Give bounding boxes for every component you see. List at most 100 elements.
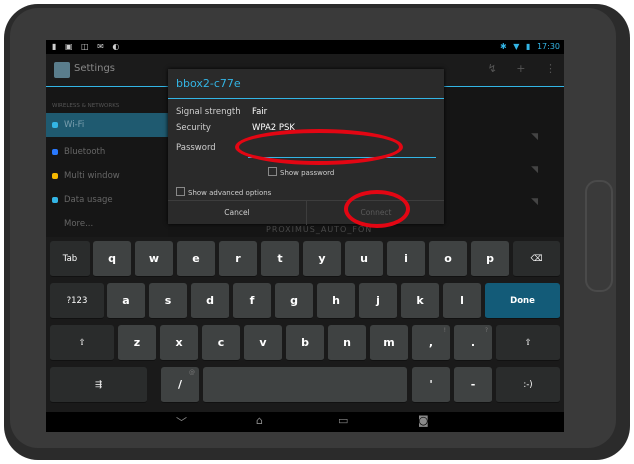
app-title: Settings bbox=[74, 63, 116, 74]
key-smiley[interactable]: :-) bbox=[496, 367, 560, 403]
key-j[interactable]: j bbox=[359, 283, 397, 319]
key-r[interactable]: r bbox=[219, 241, 257, 277]
key-e[interactable]: e bbox=[177, 241, 215, 277]
key-hint: ? bbox=[484, 327, 488, 334]
key-a[interactable]: a bbox=[107, 283, 145, 319]
status-bar: ▮ ▣ ◫ ✉ ◐ ✱ ▼ ▮ 17:30 bbox=[46, 40, 564, 54]
key-comma[interactable]: ! , bbox=[412, 325, 450, 361]
recent-apps-icon[interactable]: ▭ bbox=[338, 414, 348, 427]
sidebar-item-data-usage[interactable]: Data usage bbox=[46, 188, 168, 212]
settings-app-icon[interactable] bbox=[54, 62, 70, 78]
key-symbols[interactable]: ?123 bbox=[50, 283, 104, 319]
key-done[interactable]: Done bbox=[485, 283, 560, 319]
clock: 17:30 bbox=[536, 42, 560, 51]
key-label: . bbox=[470, 336, 476, 349]
key-shift-right[interactable]: ⇧ bbox=[496, 325, 560, 361]
key-space[interactable] bbox=[203, 367, 407, 403]
key-u[interactable]: u bbox=[345, 241, 383, 277]
sidebar-item-multi-window[interactable]: Multi window bbox=[46, 164, 168, 188]
key-slash[interactable]: @ / bbox=[161, 367, 199, 403]
key-l[interactable]: l bbox=[443, 283, 481, 319]
data-usage-icon bbox=[52, 197, 58, 203]
add-network-icon[interactable]: + bbox=[516, 62, 525, 75]
action-icons: ↯ + ⋮ bbox=[472, 62, 556, 75]
key-x[interactable]: x bbox=[160, 325, 198, 361]
key-hint: @ bbox=[189, 369, 195, 376]
home-icon[interactable]: ⌂ bbox=[256, 414, 263, 427]
signal-strength-label: Signal strength bbox=[176, 107, 241, 117]
key-s[interactable]: s bbox=[149, 283, 187, 319]
key-dash[interactable]: - bbox=[454, 367, 492, 403]
sidebar-item-label: Multi window bbox=[64, 171, 120, 181]
dialog-divider bbox=[168, 98, 444, 99]
multi-window-icon bbox=[52, 173, 58, 179]
back-icon[interactable]: ﹀ bbox=[176, 414, 187, 430]
sidebar-item-bluetooth[interactable]: Bluetooth bbox=[46, 140, 168, 164]
key-i[interactable]: i bbox=[387, 241, 425, 277]
cancel-button[interactable]: Cancel bbox=[168, 201, 306, 225]
key-k[interactable]: k bbox=[401, 283, 439, 319]
wifi-settings-icon bbox=[52, 122, 58, 128]
network-name-behind: PROXIMUS_AUTO_FON bbox=[266, 225, 373, 234]
wifi-icon: ▼ bbox=[513, 42, 520, 51]
signal-strength-value: Fair bbox=[252, 107, 268, 117]
sidebar-item-wifi[interactable]: Wi-Fi bbox=[46, 113, 168, 137]
sidebar-item-more[interactable]: More... bbox=[46, 212, 168, 236]
checkbox-icon bbox=[268, 167, 277, 176]
dialog-title: bbox2-c77e bbox=[176, 77, 241, 90]
notification-icons: ▮ ▣ ◫ ✉ ◐ bbox=[52, 42, 123, 51]
bluetooth-settings-icon bbox=[52, 149, 58, 155]
wifi-signal-icon: ◥ bbox=[531, 197, 538, 207]
key-b[interactable]: b bbox=[286, 325, 324, 361]
section-header: WIRELESS & NETWORKS bbox=[52, 103, 120, 109]
sidebar-item-label: Bluetooth bbox=[64, 147, 106, 157]
security-label: Security bbox=[176, 123, 211, 133]
wifi-signal-icon: ◥ bbox=[531, 132, 538, 142]
key-f[interactable]: f bbox=[233, 283, 271, 319]
overflow-menu-icon[interactable]: ⋮ bbox=[545, 62, 556, 75]
settings-list: WIRELESS & NETWORKS Wi-Fi Bluetooth Mult… bbox=[46, 87, 168, 237]
key-period[interactable]: ? . bbox=[454, 325, 492, 361]
key-t[interactable]: t bbox=[261, 241, 299, 277]
soft-keyboard: Tab q w e r t y u i o p ⌫ ?123 a s d f g… bbox=[46, 237, 564, 412]
key-apostrophe[interactable]: ' bbox=[412, 367, 450, 403]
screenshot-icon[interactable]: ◙ bbox=[418, 414, 429, 427]
password-label: Password bbox=[176, 143, 216, 153]
key-tab[interactable]: Tab bbox=[50, 241, 90, 277]
key-backspace[interactable]: ⌫ bbox=[513, 241, 560, 277]
key-v[interactable]: v bbox=[244, 325, 282, 361]
battery-icon: ▮ bbox=[525, 42, 531, 51]
key-y[interactable]: y bbox=[303, 241, 341, 277]
annotation-ring-password bbox=[235, 129, 403, 165]
key-q[interactable]: q bbox=[93, 241, 131, 277]
status-right: ✱ ▼ ▮ 17:30 bbox=[496, 40, 560, 54]
show-password-checkbox[interactable]: Show password bbox=[268, 167, 334, 177]
key-settings[interactable]: ⇶ bbox=[50, 367, 147, 403]
wps-icon[interactable]: ↯ bbox=[488, 62, 497, 75]
wifi-signal-icon: ◥ bbox=[531, 165, 538, 175]
annotation-ring-connect bbox=[344, 190, 410, 228]
device-screen: ▮ ▣ ◫ ✉ ◐ ✱ ▼ ▮ 17:30 Settings ↯ + ⋮ WIR… bbox=[46, 40, 564, 432]
sidebar-item-label: Wi-Fi bbox=[64, 120, 85, 130]
advanced-options-label: Show advanced options bbox=[188, 189, 272, 197]
key-p[interactable]: p bbox=[471, 241, 509, 277]
advanced-options-checkbox[interactable]: Show advanced options bbox=[176, 187, 271, 197]
system-nav-bar: ﹀ ⌂ ▭ ◙ bbox=[46, 412, 564, 432]
key-label: , bbox=[428, 336, 434, 349]
key-shift-left[interactable]: ⇧ bbox=[50, 325, 114, 361]
key-d[interactable]: d bbox=[191, 283, 229, 319]
key-m[interactable]: m bbox=[370, 325, 408, 361]
key-z[interactable]: z bbox=[118, 325, 156, 361]
hardware-home-button[interactable] bbox=[585, 180, 613, 292]
key-n[interactable]: n bbox=[328, 325, 366, 361]
show-password-label: Show password bbox=[280, 169, 335, 177]
key-w[interactable]: w bbox=[135, 241, 173, 277]
key-g[interactable]: g bbox=[275, 283, 313, 319]
checkbox-icon bbox=[176, 187, 185, 196]
key-o[interactable]: o bbox=[429, 241, 467, 277]
bluetooth-icon: ✱ bbox=[500, 42, 507, 51]
key-h[interactable]: h bbox=[317, 283, 355, 319]
key-hint: ! bbox=[443, 327, 446, 334]
sidebar-item-label: Data usage bbox=[64, 195, 113, 205]
key-c[interactable]: c bbox=[202, 325, 240, 361]
